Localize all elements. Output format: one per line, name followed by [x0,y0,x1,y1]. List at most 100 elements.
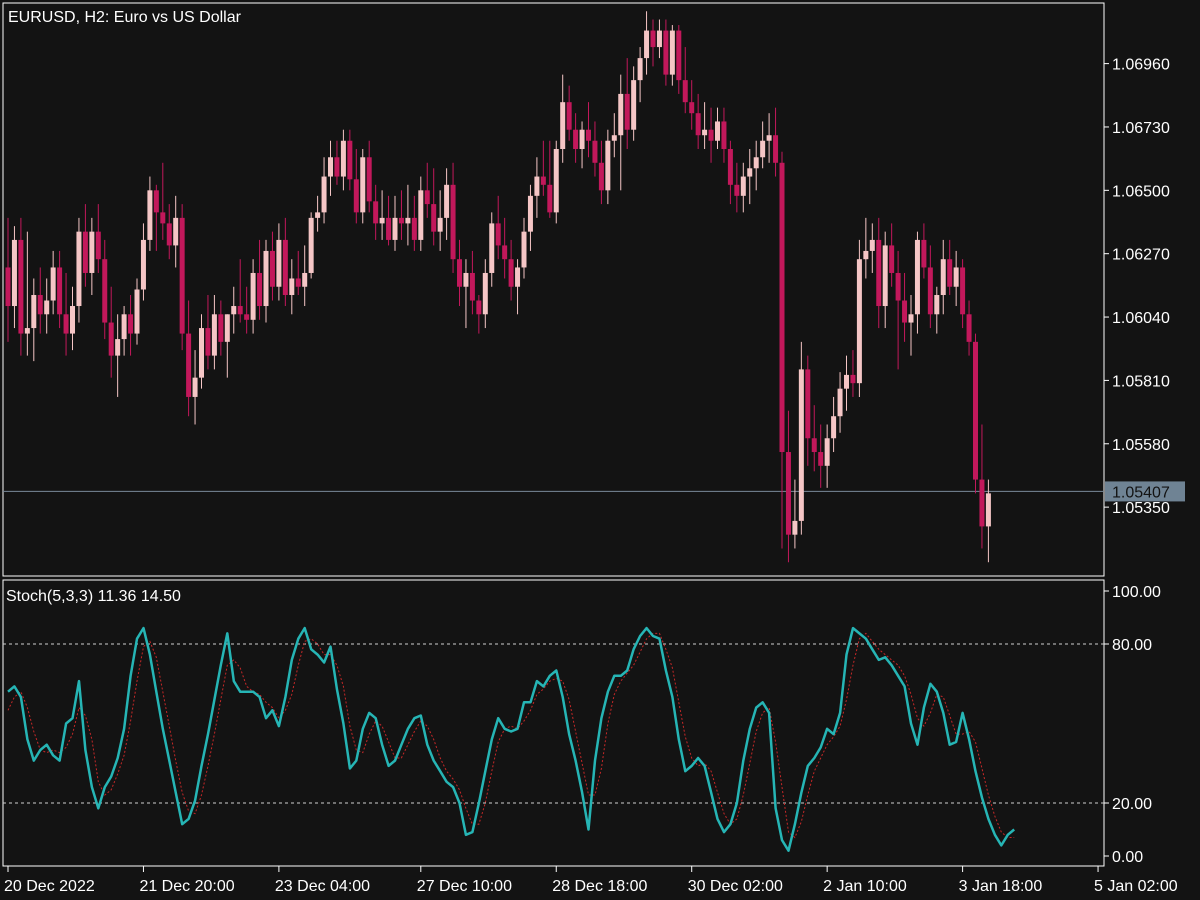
candle-body [798,369,804,521]
candle-body [450,184,456,260]
candle-body [166,223,172,246]
candle-body [5,267,11,307]
candle-body [779,162,785,453]
candle-body [360,157,366,213]
candle-body [618,93,624,136]
candle-body [792,520,798,535]
candle-body [947,259,953,287]
candle-body [224,314,230,342]
candle-body [656,30,662,48]
candle-body [560,102,566,150]
candle-body [914,239,920,315]
price-tick-label: 1.05810 [1112,373,1170,390]
stochastic-title: Stoch(5,3,3) 11.36 14.50 [6,588,181,605]
candle-body [192,377,198,397]
candle-body [115,339,121,356]
candle-body [734,184,740,196]
candle-body [979,479,985,527]
candle-body [308,217,314,273]
candle-body [889,245,895,273]
candle-body [463,272,469,287]
candle-body [669,30,675,75]
candle-body [276,239,282,287]
candle-body [895,272,901,301]
candle-body [689,102,695,114]
candle-body [431,204,437,232]
candle-body [902,300,908,323]
candle-body [31,295,37,329]
candle-body [295,278,301,287]
candle-body [263,250,269,307]
candle-body [379,217,385,224]
candle-body [128,314,134,334]
candle-body [70,306,75,334]
candle-body [824,438,830,466]
candle-body [973,341,978,480]
candle-body [457,259,462,287]
candle-body [11,239,17,307]
candle-body [637,58,643,81]
candle-body [908,314,914,323]
candle-body [37,295,43,315]
candle-body [540,176,546,185]
bid-price-label: 1.05407 [1112,484,1170,501]
candle-body [953,267,959,287]
candle-body [611,135,617,141]
candle-body [650,30,656,48]
candle-body [863,250,869,260]
candle-body [495,223,501,246]
candle-body [418,190,424,240]
candle-body [940,259,946,296]
candle-body [695,113,701,136]
candle-body [476,300,482,315]
candle-body [121,314,127,340]
candle-body [586,129,591,141]
time-tick-label: 5 Jan 02:00 [1094,878,1178,895]
candle-body [282,239,288,296]
candle-body [573,129,579,150]
stochastic-tick-label: 80.00 [1112,637,1152,654]
candle [553,140,559,224]
candle-body [760,140,766,158]
candle-body [386,217,392,240]
candle-body [566,102,572,130]
candle-body [218,314,224,342]
candle-body [663,30,669,75]
candle-body [702,129,708,136]
candle-body [766,135,772,141]
candle [973,333,978,494]
price-tick-label: 1.06960 [1112,57,1170,74]
candle-body [321,176,327,213]
candle [360,149,366,224]
candle-body [837,388,843,417]
price-tick-label: 1.06500 [1112,183,1170,200]
candle-body [985,493,991,527]
candle-body [63,314,69,334]
candle-body [624,93,630,130]
candle-body [502,245,508,260]
candle-body [534,176,540,196]
candle-body [373,201,379,224]
candle-body [328,157,333,177]
candle-body [89,231,95,273]
candle-body [882,245,888,307]
candle-body [818,452,824,466]
candle-body [57,267,63,315]
candle-body [405,217,411,224]
candle-body [102,259,108,323]
price-tick-label: 1.06270 [1112,247,1170,264]
candle-body [153,190,159,213]
candle-body [340,140,346,177]
candle-body [244,314,250,320]
candle-body [50,267,56,301]
candle-body [547,184,553,213]
stochastic-tick-label: 0.00 [1112,849,1143,866]
candle-body [708,129,714,141]
candle-body [927,267,933,315]
candle [856,239,862,397]
candle-body [160,212,166,224]
candle-body [844,374,849,389]
candle-body [869,239,875,251]
candle-body [315,212,321,218]
candle-body [598,162,604,191]
